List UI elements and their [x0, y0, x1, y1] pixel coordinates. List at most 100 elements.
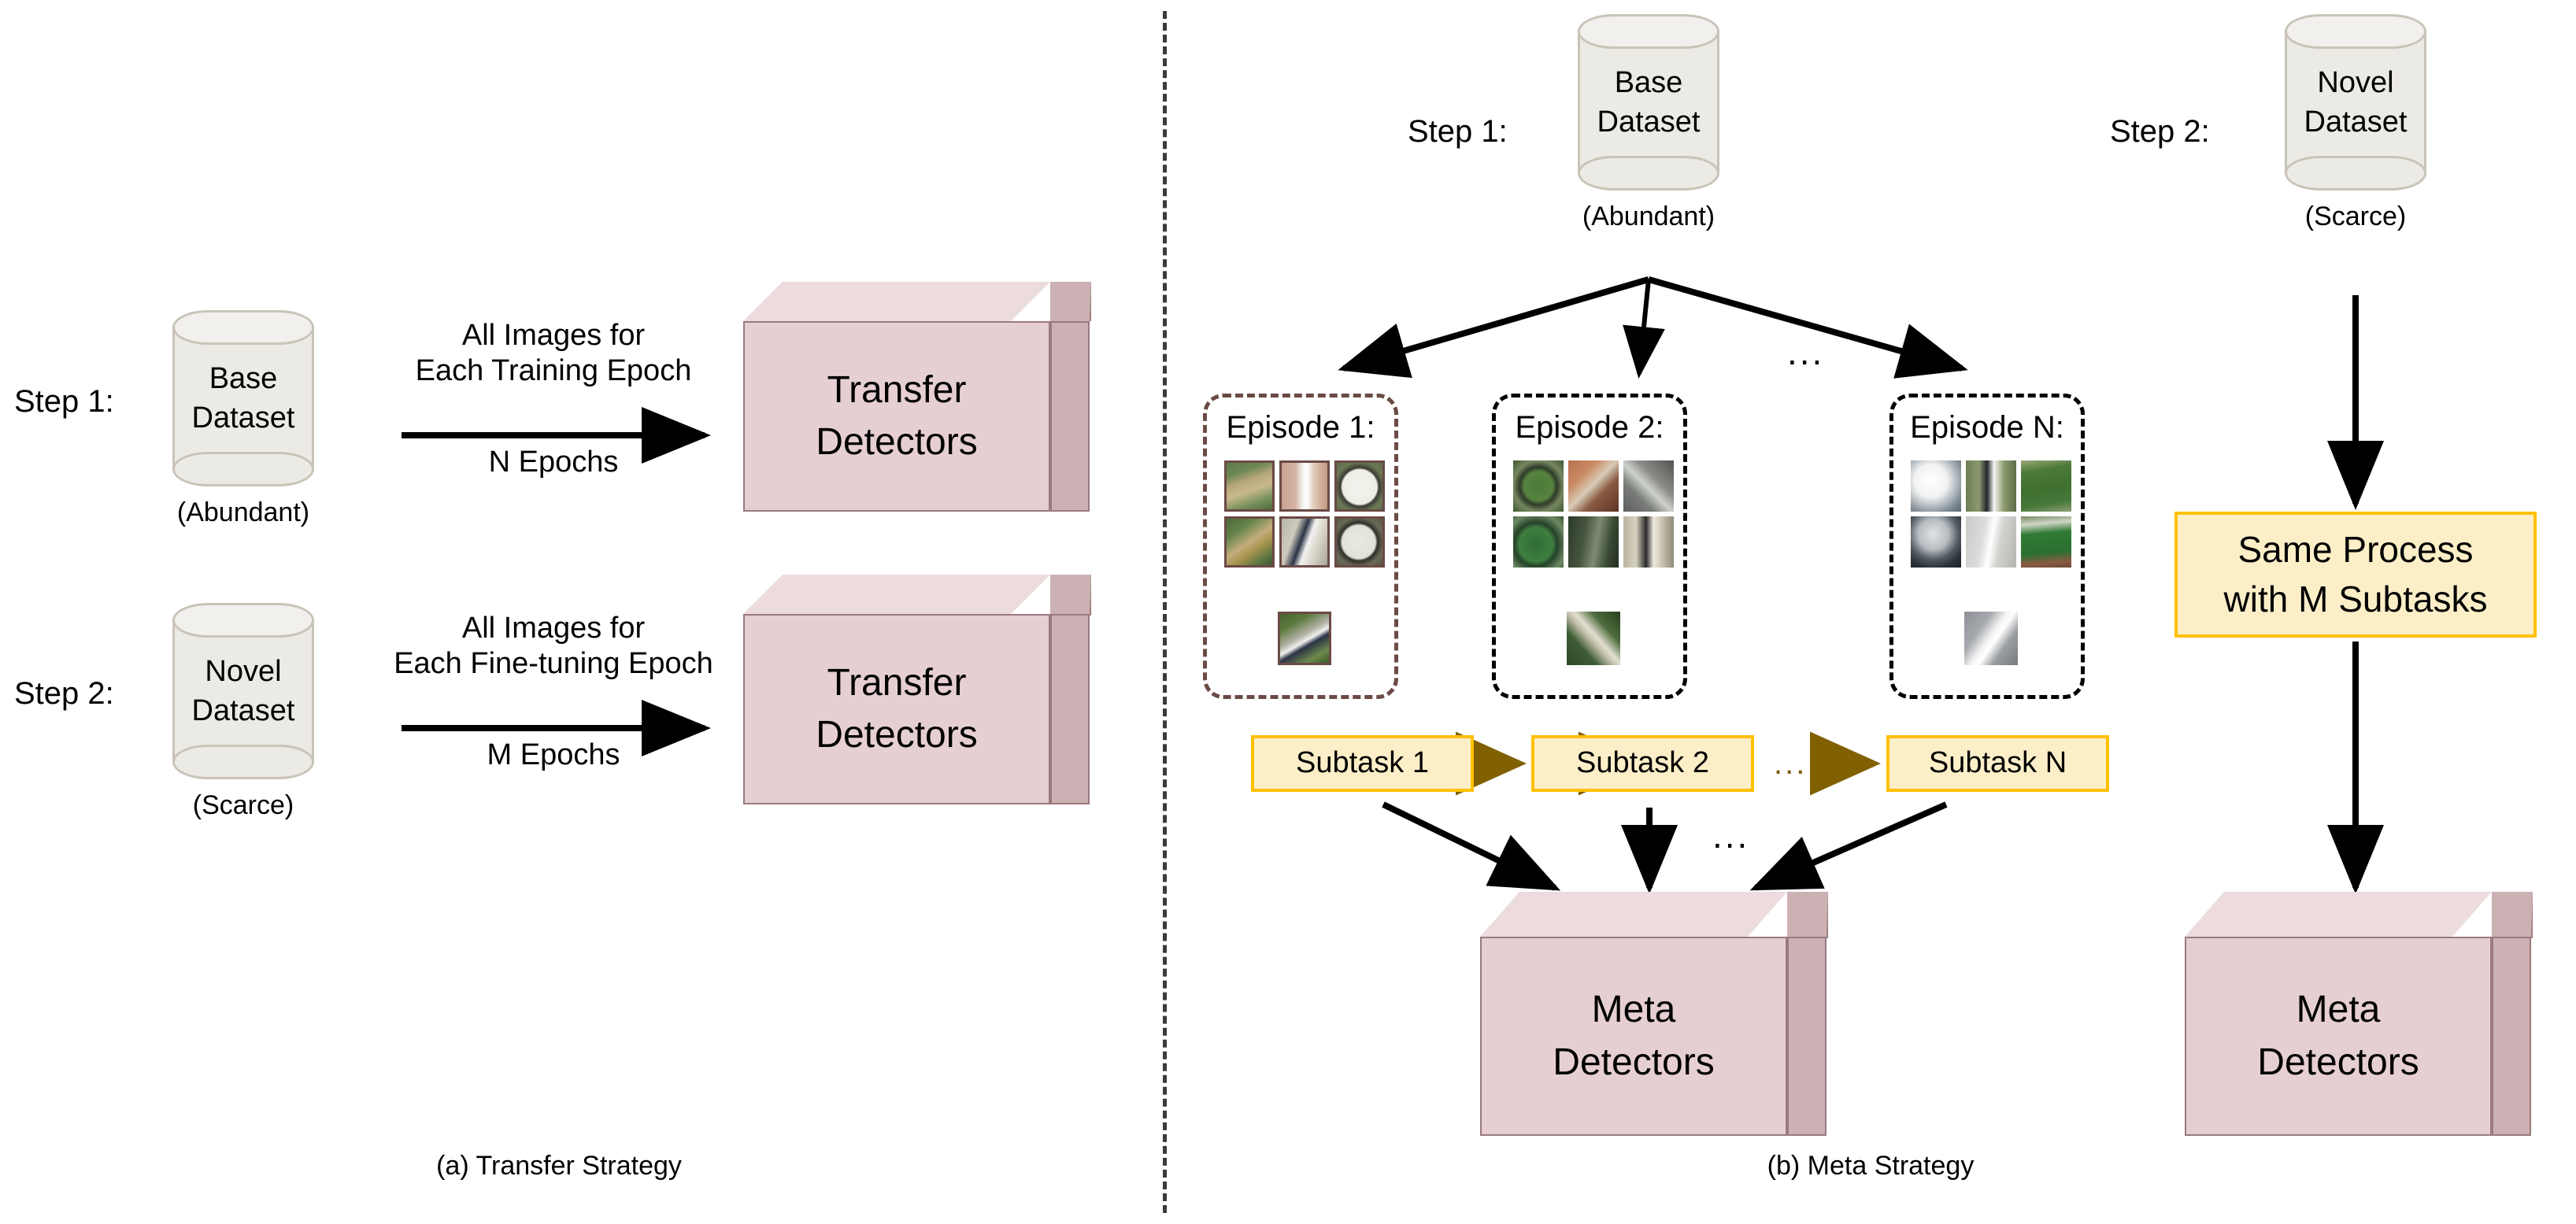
- arrow-label-line2: Each Fine-tuning Epoch: [394, 646, 713, 680]
- transfer-strategy-caption: (a) Transfer Strategy: [436, 1151, 682, 1181]
- cylinder-line2: Dataset: [191, 401, 295, 435]
- panel-divider: [1163, 11, 1167, 1213]
- meta-strategy-caption: (b) Meta Strategy: [1767, 1151, 1975, 1181]
- same-process-box[interactable]: Same Process with M Subtasks: [2174, 512, 2537, 638]
- cylinder-text: Novel Dataset: [172, 603, 314, 779]
- support-image: [2021, 516, 2071, 568]
- support-image: [1911, 516, 1961, 568]
- support-image: [1966, 460, 2016, 512]
- box-label-line1: Meta: [1591, 989, 1676, 1031]
- subtask-label: Subtask 1: [1296, 746, 1429, 780]
- transfer-step1-dataset-cylinder: Base Dataset: [172, 310, 314, 486]
- cylinder-line2: Dataset: [191, 694, 295, 727]
- merge-ellipsis: ...: [1712, 815, 1750, 856]
- support-image: [1568, 460, 1619, 512]
- meta-fanout-mid-arrow: [1623, 279, 1665, 379]
- support-image: [1334, 516, 1385, 568]
- support-image: [1224, 516, 1275, 568]
- episode-support-grid: [1513, 460, 1674, 568]
- transfer-step1-label: Step 1:: [14, 384, 114, 419]
- box-label-line2: Detectors: [816, 714, 978, 756]
- transfer-step1-dataset-caption: (Abundant): [176, 497, 310, 527]
- support-image: [1513, 460, 1564, 512]
- meta-step1-label: Step 1:: [1408, 114, 1508, 149]
- support-image: [1224, 460, 1275, 512]
- transfer-step2-detector-box: Transfer Detectors: [743, 575, 1091, 804]
- episode-box-2: Episode 2:: [1492, 394, 1687, 699]
- box-top: [2185, 892, 2492, 937]
- episode-support-grid: [1224, 460, 1385, 568]
- support-image: [1279, 516, 1330, 568]
- cylinder-line2: Dataset: [1597, 105, 1701, 139]
- box-side-face: [1050, 614, 1090, 804]
- meta-fanout-left-arrow: [1338, 276, 1650, 379]
- arrow-label-line1: All Images for: [461, 319, 646, 352]
- cylinder-line1: Novel: [205, 654, 282, 688]
- cylinder-line1: Novel: [2317, 65, 2394, 99]
- cylinder-text: Base Dataset: [172, 310, 314, 486]
- cylinder-line1: Base: [209, 361, 278, 395]
- transfer-step2-label: Step 2:: [14, 676, 114, 711]
- box-top: [743, 282, 1050, 321]
- arrow-label-line1: All Images for: [461, 612, 646, 645]
- box-side: [1050, 575, 1091, 616]
- support-image: [2021, 460, 2071, 512]
- episode-support-grid: [1911, 460, 2071, 568]
- box-side: [1050, 282, 1091, 321]
- query-image: [1964, 612, 2018, 665]
- transfer-step2-dataset-cylinder: Novel Dataset: [172, 603, 314, 779]
- transfer-step2-dataset-caption: (Scarce): [192, 790, 294, 820]
- same-process-line1: Same Process: [2237, 528, 2474, 570]
- box-label-line2: Detectors: [1553, 1041, 1715, 1083]
- box-side-face: [1050, 321, 1090, 512]
- meta-step2-label: Step 2:: [2110, 114, 2210, 149]
- meta-converge-right-arrow: [1749, 801, 1948, 891]
- box-label-line1: Transfer: [827, 661, 967, 704]
- support-image: [1911, 460, 1961, 512]
- meta-step1-dataset-caption: (Abundant): [1582, 202, 1715, 231]
- box-label: Transfer Detectors: [743, 321, 1050, 512]
- episodes-ellipsis: ...: [1787, 331, 1825, 372]
- box-side: [2492, 892, 2533, 938]
- transfer-step2-arrow-top-label: All Images for Each Fine-tuning Epoch: [376, 611, 731, 682]
- episode-title: Episode 1:: [1226, 410, 1375, 445]
- subtask-chain-ellipsis: ...: [1774, 746, 1808, 781]
- support-image: [1334, 460, 1385, 512]
- box-top: [743, 575, 1050, 614]
- cylinder-line1: Base: [1614, 65, 1683, 99]
- box-label: Transfer Detectors: [743, 614, 1050, 804]
- subtask-box-1[interactable]: Subtask 1: [1251, 735, 1474, 792]
- subtask-box-n[interactable]: Subtask N: [1886, 735, 2109, 792]
- transfer-step1-arrow-bottom-label: N Epochs: [488, 446, 619, 479]
- support-image: [1623, 460, 1674, 512]
- support-image: [1568, 516, 1619, 568]
- episode-title: Episode 2:: [1515, 410, 1664, 445]
- meta-step2-dataset-caption: (Scarce): [2304, 202, 2407, 231]
- meta-step1-detector-box: Meta Detectors: [1480, 892, 1828, 1136]
- query-image: [1567, 612, 1620, 665]
- box-label-line2: Detectors: [2257, 1041, 2419, 1083]
- meta-step2-detector-box: Meta Detectors: [2185, 892, 2533, 1136]
- support-image: [1623, 516, 1674, 568]
- subtask-box-2[interactable]: Subtask 2: [1531, 735, 1754, 792]
- meta-step2-dataset-cylinder: Novel Dataset: [2285, 14, 2426, 190]
- episode-box-1: Episode 1:: [1203, 394, 1398, 699]
- box-side-face: [2492, 937, 2531, 1136]
- arrow-label-line2: Each Training Epoch: [415, 353, 692, 387]
- box-label: Meta Detectors: [2185, 937, 2492, 1136]
- box-label-line1: Transfer: [827, 368, 967, 411]
- cylinder-line2: Dataset: [2304, 105, 2408, 139]
- subtask-label: Subtask N: [1928, 746, 2067, 780]
- box-side-face: [1787, 937, 1827, 1136]
- cylinder-text: Base Dataset: [1578, 14, 1719, 190]
- episode-box-n: Episode N:: [1889, 394, 2085, 699]
- support-image: [1513, 516, 1564, 568]
- box-label-line1: Meta: [2296, 989, 2381, 1031]
- box-top: [1480, 892, 1787, 937]
- box-label-line2: Detectors: [816, 421, 978, 463]
- box-side: [1787, 892, 1828, 938]
- box-label: Meta Detectors: [1480, 937, 1787, 1136]
- transfer-step2-arrow-bottom-label: M Epochs: [487, 738, 620, 771]
- transfer-step1-detector-box: Transfer Detectors: [743, 282, 1091, 512]
- episode-title: Episode N:: [1910, 410, 2064, 445]
